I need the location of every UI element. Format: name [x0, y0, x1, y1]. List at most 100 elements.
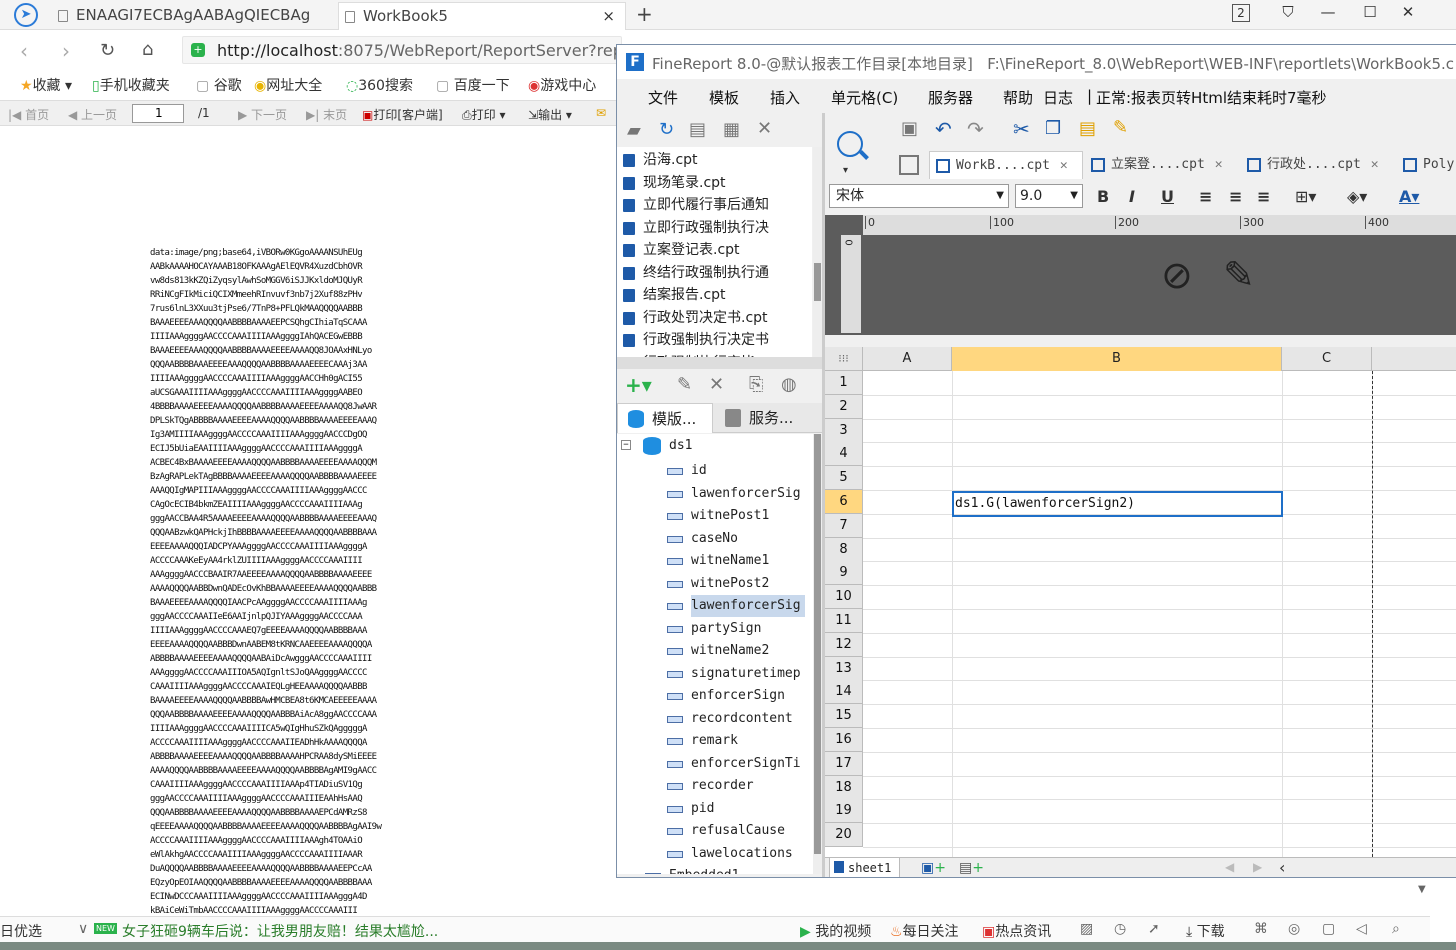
menu-file[interactable]: 文件	[648, 87, 678, 108]
align-left-icon[interactable]: ≡	[1199, 187, 1212, 206]
row-header-11[interactable]: 11	[825, 609, 863, 633]
bookmark-favorites[interactable]: ★收藏 ▾	[20, 75, 72, 95]
sheet-tab[interactable]: sheet1	[829, 858, 901, 877]
border-icon[interactable]: ⊞▾	[1295, 187, 1316, 206]
tab-close-icon[interactable]: ✕	[1060, 158, 1068, 173]
template-file-item[interactable]: 立即行政强制执行决	[623, 217, 769, 239]
sheet-next-icon[interactable]: ▶	[1253, 860, 1262, 874]
bookmark-games[interactable]: ◉游戏中心	[528, 75, 596, 95]
news-headline-link[interactable]: 女子狂砸9辆车后说：让我男朋友赔！结果太尴尬...	[122, 921, 438, 941]
row-header-3[interactable]: 3	[825, 418, 863, 443]
open-folder-icon[interactable]: ▰	[627, 120, 641, 141]
bookmark-google[interactable]: ▢ 谷歌	[196, 75, 242, 95]
dataset-field[interactable]: remark	[667, 730, 738, 752]
dataset-field[interactable]: witnePost2	[667, 573, 769, 595]
dataset-name[interactable]: ds1	[669, 438, 692, 453]
scroll-thumb[interactable]	[814, 263, 821, 301]
panel-divider[interactable]	[617, 357, 822, 369]
row-header-17[interactable]: 17	[825, 751, 863, 776]
download-button[interactable]: ⤓ 下载	[1186, 921, 1225, 941]
refresh-icon[interactable]: ↻	[659, 119, 674, 140]
dataset-field[interactable]: recorder	[667, 775, 754, 797]
new-tab-button[interactable]: +	[636, 2, 653, 26]
remove-icon[interactable]: ✕	[709, 374, 724, 395]
dataset-field[interactable]: lawelocations	[667, 843, 793, 865]
pin-button[interactable]: ⛉	[1274, 2, 1302, 22]
template-file-item[interactable]: 沿海.cpt	[623, 149, 698, 171]
new-template-icon[interactable]	[899, 155, 919, 175]
template-file-item[interactable]: 行政处罚决定书.cpt	[623, 307, 768, 329]
image-icon[interactable]: ▨	[1080, 921, 1093, 937]
align-right-icon[interactable]: ≡	[1257, 187, 1270, 206]
paste-icon[interactable]: ▤	[1079, 118, 1096, 139]
settings-icon[interactable]: ▦	[723, 119, 740, 140]
font-color-icon[interactable]: A▾	[1399, 187, 1419, 206]
hscroll-left-icon[interactable]: ‹	[1279, 858, 1285, 877]
save-icon[interactable]: ▣	[901, 118, 918, 139]
row-header-1[interactable]: 1	[825, 371, 863, 395]
dataset-field[interactable]: partySign	[667, 618, 761, 640]
pencil-icon[interactable]: ✎	[1223, 253, 1255, 297]
dataset-field[interactable]: lawenforcerSig	[667, 595, 805, 617]
forward-icon[interactable]: ›	[62, 39, 70, 63]
chevron-down-icon[interactable]: ∨	[78, 921, 88, 937]
menu-insert[interactable]: 插入	[770, 87, 800, 108]
window-badge-button[interactable]: 2	[1232, 4, 1250, 22]
template-file-item[interactable]: 立案登记表.cpt	[623, 239, 740, 261]
column-header-a[interactable]: A	[863, 347, 952, 371]
maximize-button[interactable]: ☐	[1356, 2, 1384, 22]
daily-picks[interactable]: 日优选	[0, 921, 42, 941]
row-header-13[interactable]: 13	[825, 656, 863, 681]
menu-server[interactable]: 服务器	[928, 87, 973, 108]
row-header-6[interactable]: 6	[825, 490, 863, 514]
tab-close-icon[interactable]: ✕	[1215, 157, 1223, 172]
column-header-c[interactable]: C	[1282, 347, 1372, 371]
preview-icon[interactable]: ⎘	[749, 374, 763, 395]
mail-icon[interactable]: ✉	[596, 106, 606, 120]
copy-icon[interactable]: ❐	[1045, 118, 1061, 139]
row-header-4[interactable]: 4	[825, 442, 863, 467]
address-bar[interactable]: + http://localhost:8075/WebReport/Report…	[182, 36, 646, 64]
template-file-item[interactable]: 现场笔录.cpt	[623, 172, 726, 194]
row-header-8[interactable]: 8	[825, 537, 863, 562]
back-icon[interactable]: ‹	[20, 39, 28, 63]
dataset-field[interactable]: witnePost1	[667, 505, 769, 527]
dataset-field[interactable]: enforcerSignTi	[667, 753, 801, 775]
volume-icon[interactable]: ◁	[1356, 921, 1367, 937]
edit-icon[interactable]: ✎	[677, 374, 692, 395]
clean-icon[interactable]: ◎	[1288, 921, 1300, 937]
sheet-prev-icon[interactable]: ◀	[1225, 860, 1234, 874]
row-header-15[interactable]: 15	[825, 704, 863, 729]
add-dataset-icon[interactable]: +▾	[625, 373, 652, 397]
zoom-icon[interactable]: ⌕	[1392, 921, 1400, 937]
view-list-icon[interactable]: ▤	[689, 119, 706, 140]
row-header-19[interactable]: 19	[825, 799, 863, 824]
dataset-field[interactable]: witneName1	[667, 550, 769, 572]
add-form-sheet-icon[interactable]: ▤+	[959, 860, 984, 876]
tab-close-button[interactable]: ×	[602, 3, 615, 29]
bold-button[interactable]: B	[1097, 187, 1109, 206]
hot-news-link[interactable]: ▣热点资讯	[982, 921, 1051, 941]
row-header-2[interactable]: 2	[825, 394, 863, 419]
my-videos-link[interactable]: ▶ 我的视频	[800, 921, 871, 941]
browser-tab-image[interactable]: ENAAGI7ECBAgAABAgQIECBAg	[52, 2, 334, 30]
font-size-select[interactable]: 9.0 ▼	[1015, 184, 1083, 208]
export-button[interactable]: ⇲输出 ▾	[528, 106, 572, 123]
tab-close-icon[interactable]: ✕	[1371, 157, 1379, 172]
bookmark-hao[interactable]: ◉网址大全	[254, 75, 322, 95]
align-center-icon[interactable]: ≡	[1229, 187, 1242, 206]
history-icon[interactable]: ◷	[1114, 921, 1126, 937]
file-list-scrollbar[interactable]	[813, 147, 822, 357]
delete-icon[interactable]: ✕	[757, 118, 772, 139]
template-file-item[interactable]: 立即代履行事后通知	[623, 194, 769, 216]
tab-filing-register[interactable]: 立案登....cpt ✕	[1085, 151, 1239, 179]
dataset-field[interactable]: refusalCause	[667, 820, 785, 842]
dataset-field[interactable]: signaturetimep	[667, 663, 801, 685]
cut-icon[interactable]: ✂	[1013, 117, 1030, 141]
close-window-button[interactable]: ✕	[1394, 2, 1422, 22]
print-client-button[interactable]: ▣打印[客户端]	[362, 106, 443, 123]
select-all-corner[interactable]: ⁝⁝⁝	[825, 347, 863, 371]
row-header-14[interactable]: 14	[825, 680, 863, 705]
font-name-select[interactable]: 宋体 ▼	[829, 184, 1009, 208]
hide-eye-icon[interactable]: ⊘	[1161, 253, 1193, 297]
